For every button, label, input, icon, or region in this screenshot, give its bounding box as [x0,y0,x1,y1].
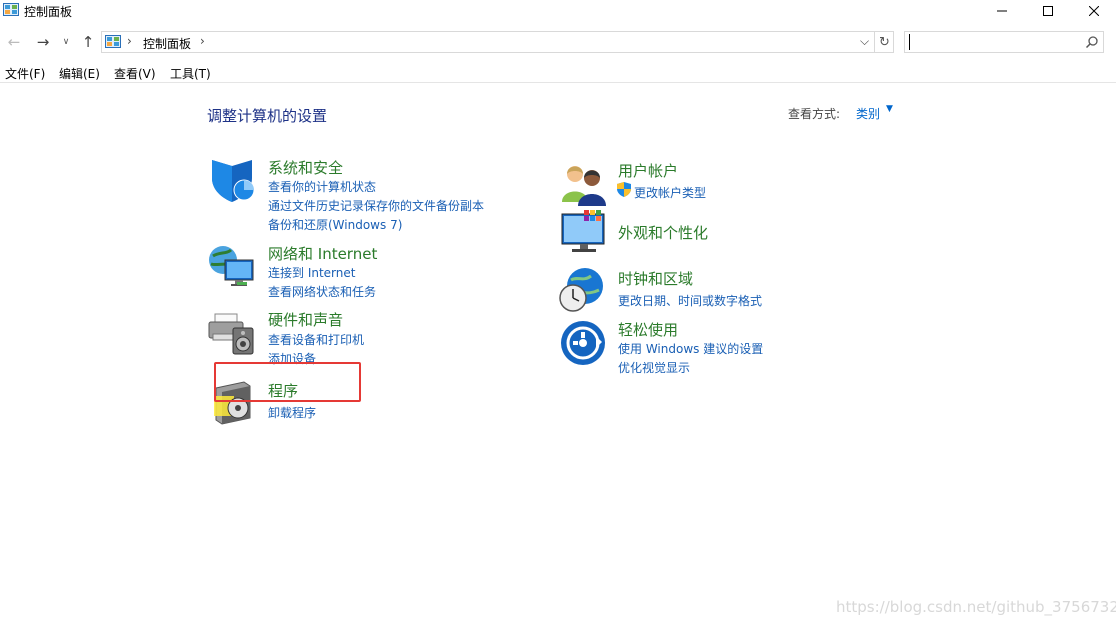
window-title: 控制面板 [24,5,73,19]
category-clock-region[interactable]: 时钟和区域 [618,268,693,289]
link-devices-printers[interactable]: 查看设备和打印机 [268,331,364,348]
back-button[interactable]: ← [4,32,24,52]
search-box[interactable] [904,31,1104,53]
ease-of-access-icon[interactable] [560,320,608,368]
control-panel-icon [105,35,121,48]
uac-shield-icon [617,182,631,197]
recent-locations-button[interactable]: ∨ [60,32,72,52]
network-globe-icon[interactable] [207,242,255,290]
maximize-button[interactable] [1025,0,1071,22]
monitor-palette-icon[interactable] [560,208,608,256]
category-user-accounts[interactable]: 用户帐户 [618,160,678,181]
chevron-down-icon: ⌵ [860,34,870,48]
category-network-internet[interactable]: 网络和 Internet [268,243,377,264]
page-title: 调整计算机的设置 [207,107,328,125]
close-button[interactable] [1071,0,1116,22]
menu-file[interactable]: 文件(F) [5,65,45,82]
minimize-icon [997,10,1007,12]
shield-icon[interactable] [208,156,256,204]
link-optimize-visual-display[interactable]: 优化视觉显示 [618,359,690,376]
link-connect-internet[interactable]: 连接到 Internet [268,264,355,281]
link-network-status[interactable]: 查看网络状态和任务 [268,283,376,300]
minimize-button[interactable] [979,0,1025,22]
category-ease-of-access[interactable]: 轻松使用 [618,319,678,340]
address-row: ← → ∨ ↑ › 控制面板 › ⌵ ↻ [0,28,1116,56]
category-system-security[interactable]: 系统和安全 [268,157,343,178]
control-panel-icon [3,3,19,16]
menu-view[interactable]: 查看(V) [114,65,156,82]
category-appearance[interactable]: 外观和个性化 [618,222,708,243]
maximize-icon [1043,6,1053,16]
link-change-account-type[interactable]: 更改帐户类型 [634,184,706,201]
link-view-computer-status[interactable]: 查看你的计算机状态 [268,178,376,195]
printer-speaker-icon[interactable] [207,308,255,356]
close-icon [1089,6,1099,16]
title-bar: 控制面板 [0,0,1116,22]
users-icon[interactable] [560,160,608,208]
address-dropdown-button[interactable]: ⌵ [860,34,869,49]
highlight-box [214,362,361,402]
forward-button[interactable]: → [32,32,54,52]
up-button[interactable]: ↑ [78,32,98,52]
arrow-left-icon: ← [7,33,21,51]
menu-tools[interactable]: 工具(T) [170,65,211,82]
search-input[interactable] [909,34,1079,50]
refresh-icon: ↻ [879,34,890,50]
view-by-label: 查看方式: [788,107,841,121]
refresh-button[interactable]: ↻ [874,32,894,52]
breadcrumb[interactable]: 控制面板 [143,35,191,52]
link-change-date-time-format[interactable]: 更改日期、时间或数字格式 [618,292,762,309]
address-bar[interactable]: › 控制面板 › ⌵ ↻ [101,31,894,53]
link-file-history-backup[interactable]: 通过文件历史记录保存你的文件备份副本 [268,197,484,214]
category-hardware-sound[interactable]: 硬件和声音 [268,309,343,330]
link-backup-restore[interactable]: 备份和还原(Windows 7) [268,216,402,233]
chevron-down-icon: ∨ [62,37,70,47]
breadcrumb-separator[interactable]: › [127,34,132,48]
search-icon[interactable] [1085,35,1099,49]
link-windows-recommended-settings[interactable]: 使用 Windows 建议的设置 [618,340,763,357]
arrow-right-icon: → [36,33,50,51]
watermark-text: https://blog.csdn.net/github_37567324 [836,598,1116,616]
arrow-up-icon: ↑ [81,33,95,51]
caret-down-icon[interactable]: ▼ [886,104,893,114]
menu-bar: 文件(F) 编辑(E) 查看(V) 工具(T) [0,62,1116,83]
breadcrumb-separator[interactable]: › [200,34,205,48]
view-by-dropdown[interactable]: 类别 [856,105,880,122]
menu-edit[interactable]: 编辑(E) [59,65,100,82]
link-uninstall-program[interactable]: 卸载程序 [268,404,316,421]
clock-globe-icon[interactable] [557,266,605,314]
